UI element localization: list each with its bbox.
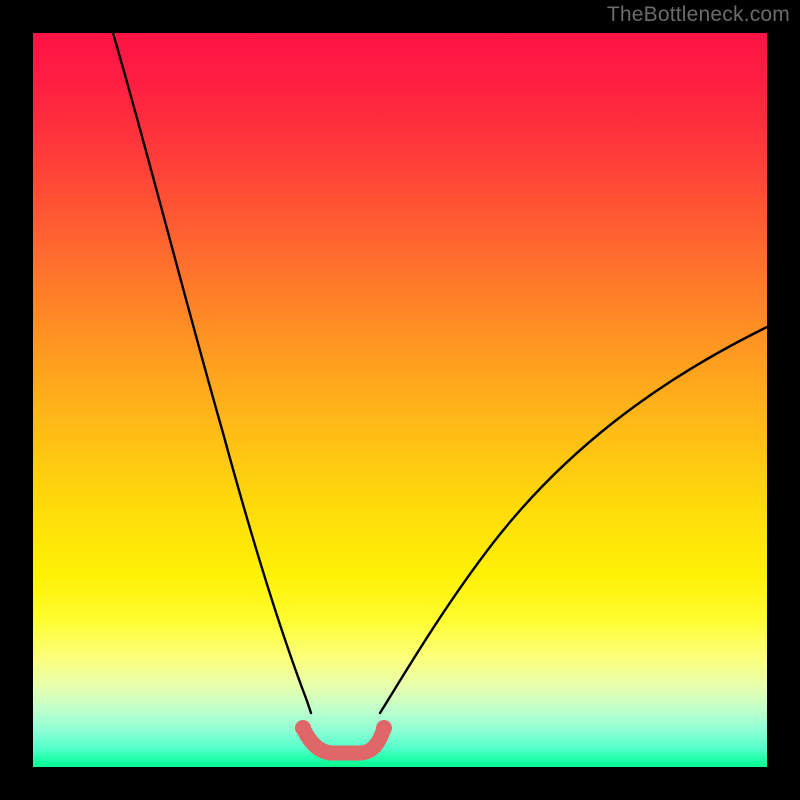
- pink-dot-left: [295, 720, 311, 736]
- curve-layer: [33, 33, 767, 767]
- black-curve-right: [380, 327, 767, 713]
- pink-valley-curve: [303, 728, 384, 753]
- chart-frame: TheBottleneck.com: [0, 0, 800, 800]
- plot-area: [33, 33, 767, 767]
- black-curve-left: [113, 33, 311, 713]
- pink-dot-right: [376, 720, 392, 736]
- watermark-text: TheBottleneck.com: [607, 3, 790, 27]
